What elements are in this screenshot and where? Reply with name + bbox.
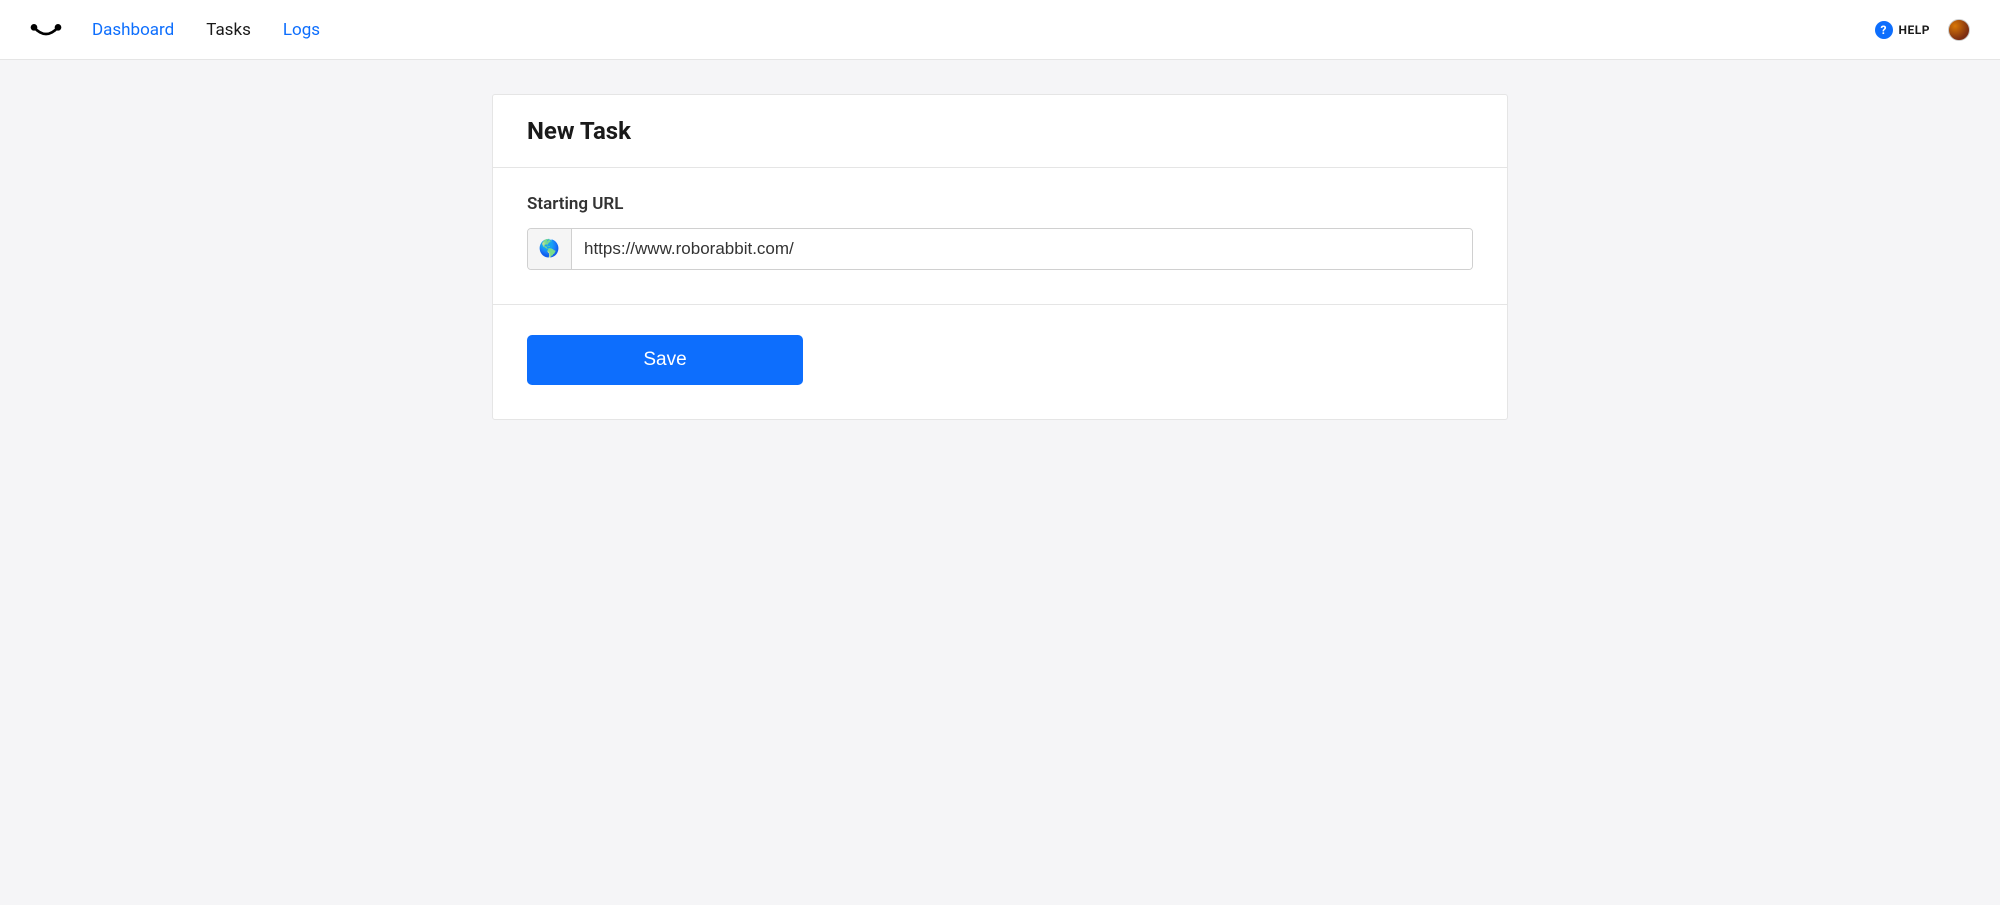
app-header: Dashboard Tasks Logs ? HELP [0, 0, 2000, 60]
starting-url-label: Starting URL [527, 194, 1473, 214]
app-logo[interactable] [30, 21, 62, 39]
page-title: New Task [527, 117, 1473, 145]
card-header: New Task [493, 95, 1507, 168]
logo-icon [30, 21, 62, 39]
url-input-group: 🌎 [527, 228, 1473, 270]
help-icon: ? [1875, 21, 1893, 39]
starting-url-input[interactable] [572, 229, 1472, 269]
card-body: Starting URL 🌎 [493, 168, 1507, 305]
globe-icon: 🌎 [528, 229, 572, 269]
card-footer: Save [493, 305, 1507, 419]
save-button[interactable]: Save [527, 335, 803, 385]
main-container: New Task Starting URL 🌎 Save [492, 94, 1508, 420]
user-avatar[interactable] [1948, 19, 1970, 41]
nav-logs[interactable]: Logs [283, 20, 320, 40]
new-task-card: New Task Starting URL 🌎 Save [492, 94, 1508, 420]
help-link[interactable]: ? HELP [1875, 21, 1930, 39]
help-label: HELP [1899, 23, 1930, 37]
main-nav: Dashboard Tasks Logs [92, 20, 1875, 40]
nav-tasks[interactable]: Tasks [206, 20, 251, 40]
nav-dashboard[interactable]: Dashboard [92, 20, 174, 40]
header-right: ? HELP [1875, 19, 1970, 41]
